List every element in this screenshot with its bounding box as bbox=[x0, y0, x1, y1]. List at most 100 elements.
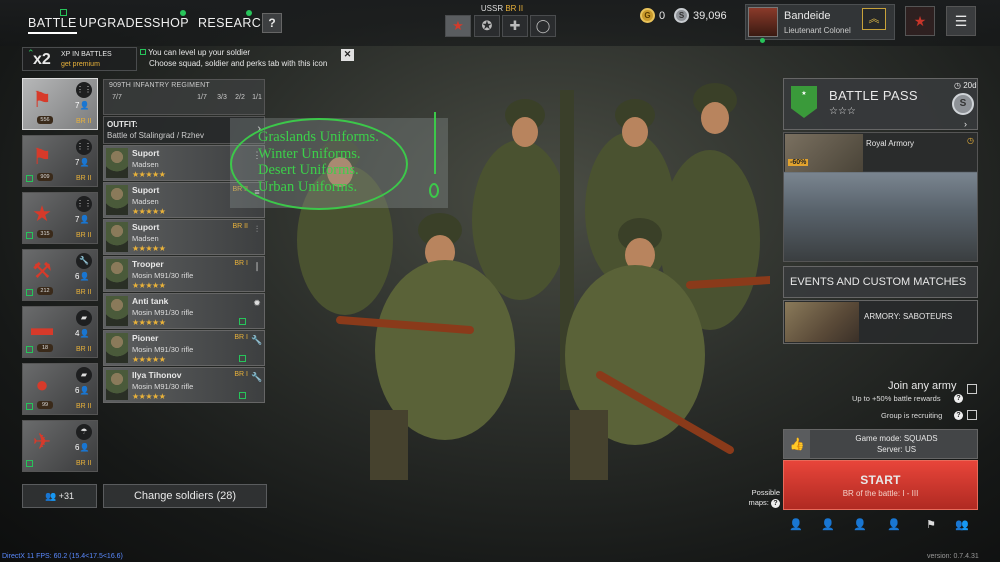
machinegun-icon: ⋮⋮ bbox=[76, 196, 92, 212]
squad-count: 6👤 bbox=[75, 386, 90, 395]
add-player-icon[interactable]: 👤 bbox=[850, 518, 870, 534]
squad-count: 7👤 bbox=[75, 101, 90, 110]
events-button[interactable]: EVENTS AND CUSTOM MATCHES bbox=[783, 266, 978, 298]
level-up-square bbox=[26, 460, 33, 467]
flag-icon[interactable]: ⚑ bbox=[921, 518, 941, 534]
soldier-portrait bbox=[106, 296, 128, 326]
squad-card[interactable]: ⚑ 556 ⋮⋮ 7👤 BR II bbox=[22, 78, 98, 130]
squad-card[interactable]: ✈ ☂ 6👤 BR II bbox=[22, 420, 98, 472]
soldier-stars: ★★★★★ bbox=[132, 281, 166, 290]
squad-count: 7👤 bbox=[75, 158, 90, 167]
germany-cross-icon[interactable]: ✚ bbox=[502, 15, 528, 37]
rank-chevron-icon[interactable]: ︽ bbox=[862, 8, 886, 30]
battle-pass-title: BATTLE PASS bbox=[829, 88, 918, 103]
gold-amount: 0 bbox=[659, 9, 666, 22]
soldier-br: BR I bbox=[234, 260, 248, 267]
rifle-icon: ❘ bbox=[253, 261, 261, 271]
soldier-weapon: Madsen bbox=[132, 234, 159, 243]
menu-icon[interactable]: ☰ bbox=[946, 6, 976, 36]
start-button[interactable]: START BR of the battle: I - III bbox=[783, 460, 978, 510]
soldier-stars: ★★★★★ bbox=[132, 244, 166, 253]
squad-card[interactable]: ⚒ 212 🔧 6👤 BR II bbox=[22, 249, 98, 301]
silver-coin-icon: S bbox=[952, 93, 974, 115]
tank-type-icon: ▰ bbox=[76, 367, 92, 383]
help-icon: ? bbox=[771, 499, 780, 508]
squad-card[interactable]: ▬ 18 ▰ 4👤 BR II bbox=[22, 306, 98, 358]
group-icon[interactable]: 👥 bbox=[952, 518, 972, 534]
soldier-stars: ★★★★★ bbox=[132, 355, 166, 364]
mode-info: Game mode: SQUADS Server: US bbox=[814, 433, 979, 455]
ussr-star-icon[interactable]: ★ bbox=[445, 15, 471, 37]
join-any-army-label: Join any army bbox=[888, 380, 957, 392]
battle-pass-shield-icon: ★ bbox=[791, 86, 817, 118]
ammo-icon: ⫶ bbox=[255, 224, 259, 234]
player-rank: Lieutenant Colonel bbox=[784, 26, 851, 35]
squad-card[interactable]: ⚑ 909 ⋮⋮ 7👤 BR II bbox=[22, 135, 98, 187]
soldier-row[interactable]: Suport Madsen ★★★★★ BR II ⫶ bbox=[103, 219, 265, 255]
soldier-portrait bbox=[106, 370, 128, 400]
mg-stat: 1/7 bbox=[197, 94, 207, 101]
squad-br: BR II bbox=[76, 118, 92, 125]
soldier-row[interactable]: Anti tank Mosin M91/30 rifle ★★★★★ ✹ bbox=[103, 293, 265, 329]
add-player-icon[interactable]: 👤 bbox=[818, 518, 838, 534]
paratrooper-emblem-icon: ✈ bbox=[32, 429, 52, 454]
premium-xp-banner[interactable]: x2 ⌃ XP IN BATTLES get premium bbox=[22, 47, 137, 71]
add-player-icon[interactable]: 👤 bbox=[786, 518, 806, 534]
regiment-title: 909TH INFANTRY REGIMENT bbox=[109, 82, 210, 89]
soldier-name: Trooper bbox=[132, 259, 164, 269]
squad-card[interactable]: ★ 315 ⋮⋮ 7👤 BR II bbox=[22, 192, 98, 244]
level-up-square bbox=[26, 289, 33, 296]
soldier-row[interactable]: Trooper Mosin M91/30 rifle ★★★★★ BR I ❘ bbox=[103, 256, 265, 292]
medal-star-icon[interactable]: ★ bbox=[905, 6, 935, 36]
close-icon[interactable]: ✕ bbox=[341, 49, 354, 61]
tab-battle[interactable]: BATTLE bbox=[28, 12, 77, 34]
wrench-icon: 🔧 bbox=[251, 335, 263, 345]
level-up-square bbox=[26, 346, 33, 353]
level-up-square bbox=[26, 403, 33, 410]
squad-card[interactable]: ● 99 ▰ 6👤 BR II bbox=[22, 363, 98, 415]
soldier-stars: ★★★★★ bbox=[132, 392, 166, 401]
recruit-button[interactable]: 👥 +31 bbox=[22, 484, 97, 508]
group-recruiting-checkbox[interactable] bbox=[967, 410, 977, 420]
star-icon: ★ bbox=[32, 201, 52, 226]
game-mode-selector[interactable]: 👍 Game mode: SQUADS Server: US bbox=[783, 429, 978, 459]
tab-research[interactable]: RESEARCH bbox=[198, 12, 271, 34]
squad-br: BR II bbox=[76, 232, 92, 239]
get-premium-link[interactable]: get premium bbox=[61, 61, 100, 68]
gold-currency[interactable]: G 0 bbox=[640, 8, 665, 23]
group-recruiting-label: Group is recruiting bbox=[881, 411, 943, 420]
soldier-row[interactable]: Ilya Tihonov Mosin M91/30 rifle ★★★★★ BR… bbox=[103, 367, 265, 403]
parachute-icon: ☂ bbox=[76, 424, 92, 440]
help-button[interactable]: ? bbox=[262, 13, 282, 33]
add-player-icon[interactable]: 👤 bbox=[884, 518, 904, 534]
royal-armory-panel[interactable]: Royal Armory -60% ◷ bbox=[783, 132, 978, 262]
soldier-portrait bbox=[106, 222, 128, 252]
thumbs-up-icon[interactable]: 👍 bbox=[784, 430, 810, 458]
flag-icon: ⚑ bbox=[32, 87, 52, 112]
possible-maps-button[interactable]: Possible maps: ? bbox=[740, 488, 780, 508]
level-up-square bbox=[239, 318, 246, 325]
soldier-name: Ilya Tihonov bbox=[132, 370, 182, 380]
squad-badge: 556 bbox=[37, 116, 53, 124]
help-icon[interactable]: ? bbox=[954, 394, 963, 403]
annotation-line: Winter Uniforms. bbox=[258, 145, 361, 162]
squad-badge: 212 bbox=[37, 287, 53, 295]
change-soldiers-button[interactable]: Change soldiers (28) bbox=[103, 484, 267, 508]
soldier-row[interactable]: Pioner Mosin M91/30 rifle ★★★★★ BR I 🔧 bbox=[103, 330, 265, 366]
annotation-line: Urban Uniforms. bbox=[258, 178, 358, 195]
level-up-hint: You can level up your soldier Choose squ… bbox=[140, 47, 355, 71]
battle-pass-panel[interactable]: ★ BATTLE PASS ☆☆☆ ◷ 20d S › bbox=[783, 78, 978, 130]
join-reward-text: Up to +50% battle rewards bbox=[852, 394, 941, 403]
silver-currency[interactable]: S 39,096 bbox=[674, 8, 727, 23]
xp-multiplier: x2 bbox=[33, 51, 51, 68]
level-up-square bbox=[26, 232, 33, 239]
join-any-army-checkbox[interactable] bbox=[967, 384, 977, 394]
britain-roundel-icon[interactable]: ◯ bbox=[530, 15, 556, 37]
soldier-weapon: Mosin M91/30 rifle bbox=[132, 271, 194, 280]
help-icon[interactable]: ? bbox=[954, 411, 963, 420]
saboteurs-armory-panel[interactable]: ARMORY: SABOTEURS bbox=[783, 300, 978, 344]
squad-br: BR II bbox=[76, 289, 92, 296]
usa-star-icon[interactable]: ✪ bbox=[474, 15, 500, 37]
server-text: Server: US bbox=[876, 445, 917, 454]
tab-upgrades[interactable]: UPGRADES bbox=[79, 12, 152, 34]
